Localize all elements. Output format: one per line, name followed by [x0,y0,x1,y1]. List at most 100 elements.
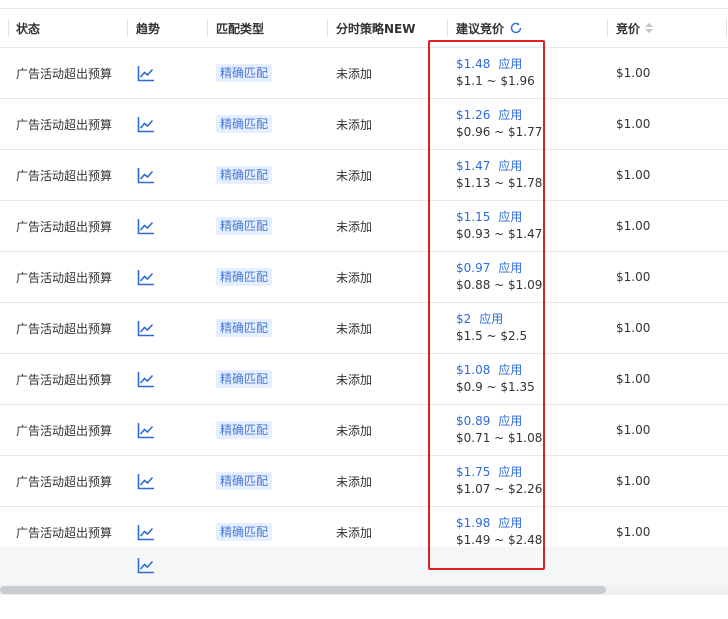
trend-chart-icon[interactable] [137,320,155,337]
suggested-bid-value: $1.75 [456,465,491,479]
bid-cell[interactable]: $1.00 [616,405,650,455]
strategy-cell: 未添加 [336,168,373,183]
suggested-bid-range: $0.96 ~ $1.77 [456,125,543,139]
column-separator [607,19,608,37]
bid-cell[interactable]: $1.00 [616,303,650,353]
trend-chart-icon[interactable] [137,557,155,574]
trend-chart-icon[interactable] [137,371,155,388]
column-separator [8,19,9,37]
trend-chart-icon[interactable] [137,218,155,235]
suggested-bid-value: $0.89 [456,414,491,428]
suggested-bid-value: $0.97 [456,261,491,275]
table-row[interactable]: 广告活动超出预算 精确匹配 未添加 $0.97 应用 $0.88 ~ $1.09 $1.00 [0,252,728,303]
strategy-cell: 未添加 [336,474,373,489]
trend-chart-icon[interactable] [137,269,155,286]
column-separator [327,19,328,37]
suggested-bid-cell: $2 应用 $1.5 ~ $2.5 [456,303,527,353]
refresh-icon[interactable] [509,21,523,35]
table-top-border [0,0,728,9]
header-match-type[interactable]: 匹配类型 [216,9,264,47]
status-cell: 广告活动超出预算 [16,168,113,183]
suggested-bid-value: $1.47 [456,159,491,173]
header-bid[interactable]: 竞价 [616,9,654,47]
table-summary-row [0,547,728,585]
suggested-bid-range: $1.07 ~ $2.26 [456,482,543,496]
suggested-bid-value: $1.98 [456,516,491,530]
header-suggested-bid-label: 建议竞价 [456,21,505,36]
apply-bid-link[interactable]: 应用 [498,414,522,428]
suggested-bid-range: $1.5 ~ $2.5 [456,329,528,343]
match-type-cell: 精确匹配 [216,99,273,149]
match-type-tag: 精确匹配 [216,523,273,541]
apply-bid-link[interactable]: 应用 [498,159,522,173]
bid-cell[interactable]: $1.00 [616,456,650,506]
column-separator [447,19,448,37]
bid-cell[interactable]: $1.00 [616,354,650,404]
suggested-bid-range: $0.71 ~ $1.08 [456,431,543,445]
strategy-cell: 未添加 [336,270,373,285]
match-type-tag: 精确匹配 [216,64,273,82]
apply-bid-link[interactable]: 应用 [498,465,522,479]
match-type-cell: 精确匹配 [216,405,273,455]
match-type-tag: 精确匹配 [216,472,273,490]
match-type-cell: 精确匹配 [216,303,273,353]
sort-icon[interactable] [645,23,654,33]
suggested-bid-cell: $0.89 应用 $0.71 ~ $1.08 [456,405,542,455]
match-type-tag: 精确匹配 [216,115,273,133]
bid-cell[interactable]: $1.00 [616,201,650,251]
suggested-bid-range: $0.9 ~ $1.35 [456,380,535,394]
match-type-cell: 精确匹配 [216,456,273,506]
match-type-cell: 精确匹配 [216,354,273,404]
trend-chart-icon[interactable] [137,524,155,541]
suggested-bid-value: $2 [456,312,472,326]
apply-bid-link[interactable]: 应用 [498,57,522,71]
horizontal-scrollbar-thumb[interactable] [0,586,606,594]
table-header: 状态 趋势 匹配类型 分时策略NEW 建议竞价 竞价 [0,9,728,48]
table-row[interactable]: 广告活动超出预算 精确匹配 未添加 $1.08 应用 $0.9 ~ $1.35 $1.00 [0,354,728,405]
bid-cell[interactable]: $1.00 [616,99,650,149]
suggested-bid-range: $1.1 ~ $1.96 [456,74,535,88]
strategy-cell: 未添加 [336,321,373,336]
match-type-tag: 精确匹配 [216,370,273,388]
trend-chart-icon[interactable] [137,422,155,439]
match-type-cell: 精确匹配 [216,150,273,200]
header-trend[interactable]: 趋势 [136,9,160,47]
table-row[interactable]: 广告活动超出预算 精确匹配 未添加 $1.26 应用 $0.96 ~ $1.77 $1.00 [0,99,728,150]
apply-bid-link[interactable]: 应用 [498,363,522,377]
header-strategy[interactable]: 分时策略NEW [336,9,415,47]
apply-bid-link[interactable]: 应用 [479,312,503,326]
status-cell: 广告活动超出预算 [16,66,113,81]
bid-cell[interactable]: $1.00 [616,48,650,98]
trend-chart-icon[interactable] [137,167,155,184]
header-suggested-bid[interactable]: 建议竞价 [456,9,523,47]
apply-bid-link[interactable]: 应用 [498,210,522,224]
column-separator [726,19,727,37]
match-type-cell: 精确匹配 [216,201,273,251]
status-cell: 广告活动超出预算 [16,117,113,132]
trend-chart-icon[interactable] [137,65,155,82]
status-cell: 广告活动超出预算 [16,270,113,285]
suggested-bid-cell: $1.47 应用 $1.13 ~ $1.78 [456,150,542,200]
trend-chart-icon[interactable] [137,116,155,133]
match-type-cell: 精确匹配 [216,252,273,302]
header-status[interactable]: 状态 [16,9,40,47]
apply-bid-link[interactable]: 应用 [498,516,522,530]
bid-cell[interactable]: $1.00 [616,150,650,200]
table-row[interactable]: 广告活动超出预算 精确匹配 未添加 $1.15 应用 $0.93 ~ $1.47 $1.00 [0,201,728,252]
strategy-cell: 未添加 [336,372,373,387]
table-row[interactable]: 广告活动超出预算 精确匹配 未添加 $0.89 应用 $0.71 ~ $1.08 $1.00 [0,405,728,456]
suggested-bid-value: $1.15 [456,210,491,224]
table-row[interactable]: 广告活动超出预算 精确匹配 未添加 $1.48 应用 $1.1 ~ $1.96 $1.00 [0,48,728,99]
table-row[interactable]: 广告活动超出预算 精确匹配 未添加 $2 应用 $1.5 ~ $2.5 $1.00 [0,303,728,354]
bid-cell[interactable]: $1.00 [616,252,650,302]
table-row[interactable]: 广告活动超出预算 精确匹配 未添加 $1.47 应用 $1.13 ~ $1.78 $1.00 [0,150,728,201]
match-type-tag: 精确匹配 [216,421,273,439]
trend-chart-icon[interactable] [137,473,155,490]
suggested-bid-range: $0.93 ~ $1.47 [456,227,543,241]
apply-bid-link[interactable]: 应用 [498,261,522,275]
table-row[interactable]: 广告活动超出预算 精确匹配 未添加 $1.75 应用 $1.07 ~ $2.26 $1.00 [0,456,728,507]
suggested-bid-cell: $1.26 应用 $0.96 ~ $1.77 [456,99,542,149]
status-cell: 广告活动超出预算 [16,423,113,438]
apply-bid-link[interactable]: 应用 [498,108,522,122]
suggested-bid-range: $0.88 ~ $1.09 [456,278,543,292]
